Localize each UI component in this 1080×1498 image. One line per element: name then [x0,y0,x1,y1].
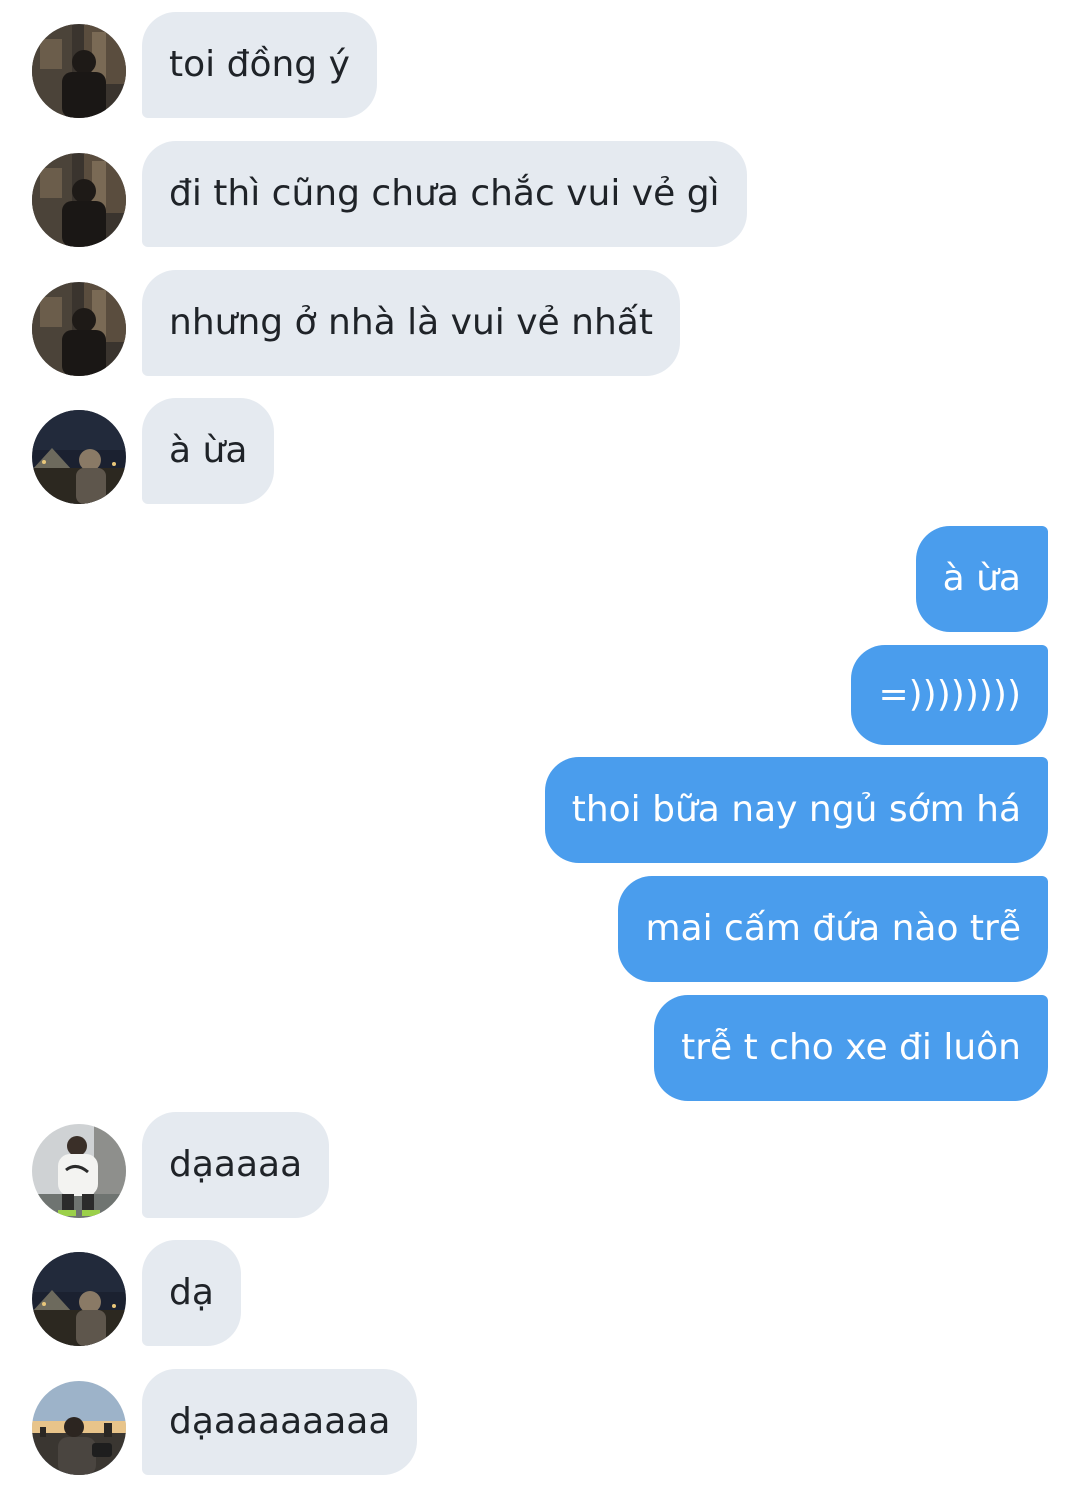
avatar-photo-night-louvre[interactable] [32,1252,126,1346]
message-row: dạaaaa [0,1112,1080,1218]
message-text: dạaaaaaaaa [169,1401,391,1442]
incoming-message-bubble[interactable]: nhưng ở nhà là vui vẻ nhất [142,270,680,376]
outgoing-message-bubble[interactable]: thoi bữa nay ngủ sớm há [544,757,1048,863]
message-row: à ừa [0,526,1080,632]
message-row: dạaaaaaaaa [0,1369,1080,1475]
message-row: =)))))))) [0,645,1080,745]
message-text: =)))))))) [878,674,1021,715]
message-text: dạaaaa [169,1144,303,1185]
outgoing-message-bubble[interactable]: mai cấm đứa nào trễ [618,876,1048,982]
avatar-photo-dark-street[interactable] [32,153,126,247]
message-text: à ừa [169,430,248,471]
avatar-photo-white-shirt[interactable] [32,1124,126,1218]
avatar-photo-dark-street[interactable] [32,24,126,118]
message-row: à ừa [0,398,1080,504]
message-text: à ừa [942,558,1021,599]
message-text: nhưng ở nhà là vui vẻ nhất [169,302,653,343]
chat-thread[interactable]: toi đồng ý đi thì cũng chưa chắc vui vẻ … [0,0,1080,1498]
message-row: đi thì cũng chưa chắc vui vẻ gì [0,141,1080,247]
incoming-message-bubble[interactable]: à ừa [142,398,275,504]
message-text: trễ t cho xe đi luôn [681,1027,1021,1068]
outgoing-message-bubble[interactable]: à ừa [915,526,1048,632]
incoming-message-bubble[interactable]: toi đồng ý [142,12,377,118]
incoming-message-bubble[interactable]: đi thì cũng chưa chắc vui vẻ gì [142,141,747,247]
message-text: thoi bữa nay ngủ sớm há [571,789,1021,830]
message-text: đi thì cũng chưa chắc vui vẻ gì [169,173,720,214]
message-text: mai cấm đứa nào trễ [645,908,1021,949]
message-row: trễ t cho xe đi luôn [0,995,1080,1101]
message-text: toi đồng ý [169,44,350,85]
message-row: toi đồng ý [0,12,1080,118]
avatar-photo-dark-street[interactable] [32,282,126,376]
message-row: dạ [0,1240,1080,1346]
outgoing-message-bubble[interactable]: =)))))))) [851,645,1048,745]
outgoing-message-bubble[interactable]: trễ t cho xe đi luôn [654,995,1048,1101]
message-text: dạ [169,1272,214,1313]
avatar-photo-night-louvre[interactable] [32,410,126,504]
incoming-message-bubble[interactable]: dạaaaaaaaa [142,1369,418,1475]
message-row: nhưng ở nhà là vui vẻ nhất [0,270,1080,376]
message-row: mai cấm đứa nào trễ [0,876,1080,982]
message-row: thoi bữa nay ngủ sớm há [0,757,1080,863]
incoming-message-bubble[interactable]: dạaaaa [142,1112,330,1218]
incoming-message-bubble[interactable]: dạ [142,1240,241,1346]
avatar-photo-sunset-city[interactable] [32,1381,126,1475]
